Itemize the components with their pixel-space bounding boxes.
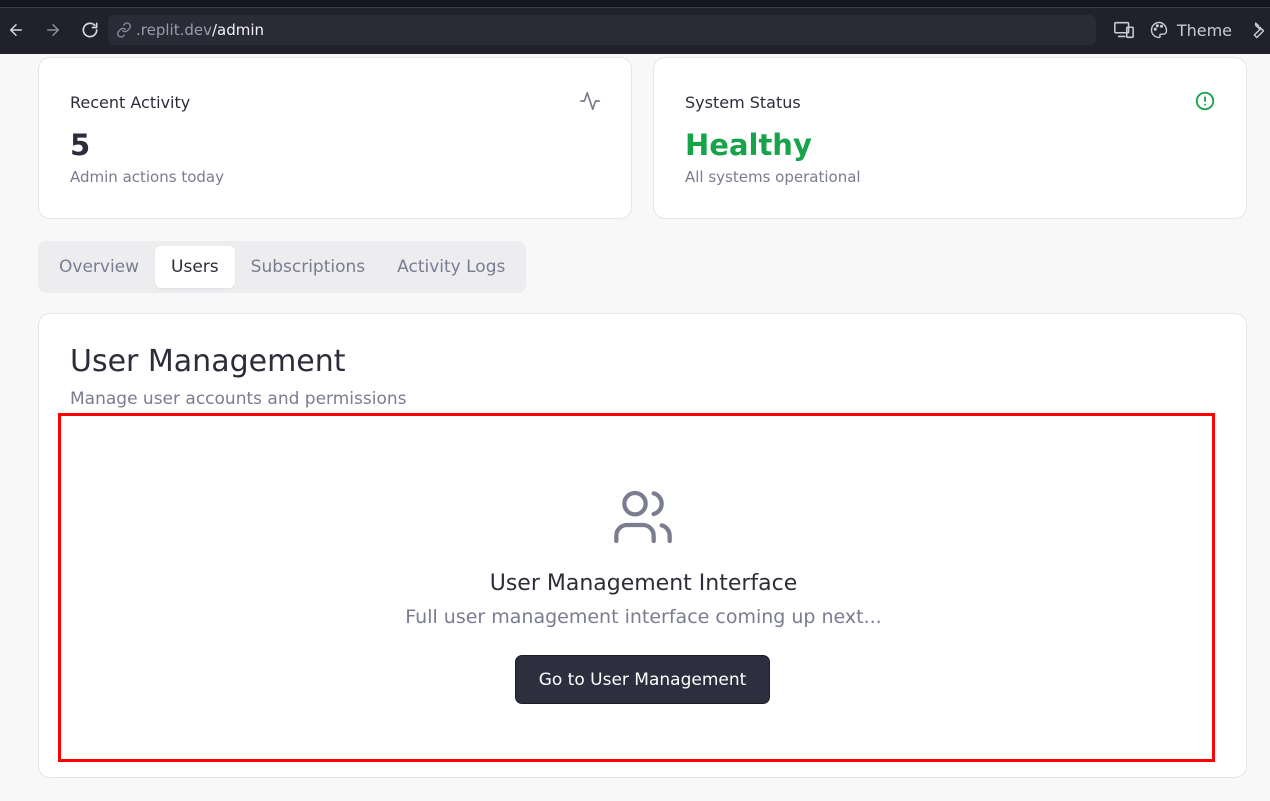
admin-tabs: Overview Users Subscriptions Activity Lo…	[38, 241, 526, 293]
empty-state-subtitle: Full user management interface coming up…	[405, 606, 882, 628]
wrench-icon	[1253, 22, 1265, 39]
tools-button[interactable]	[1246, 20, 1266, 40]
section-title: User Management	[70, 344, 346, 379]
recent-activity-card: Recent Activity 5 Admin actions today	[38, 57, 632, 219]
forward-button[interactable]	[41, 18, 65, 42]
user-management-card: User Management Manage user accounts and…	[38, 313, 1247, 778]
link-icon	[117, 22, 131, 38]
tab-activity-logs[interactable]: Activity Logs	[381, 246, 521, 288]
system-status-card: System Status Healthy All systems operat…	[653, 57, 1247, 219]
theme-label: Theme	[1176, 20, 1232, 40]
stat-value: 5	[70, 128, 91, 162]
back-button[interactable]	[4, 18, 28, 42]
tab-subscriptions[interactable]: Subscriptions	[235, 246, 381, 288]
refresh-icon	[82, 22, 98, 38]
url-domain: .replit.dev	[136, 21, 212, 39]
stat-subtitle: Admin actions today	[70, 168, 224, 186]
browser-tools: Theme	[1113, 18, 1270, 42]
arrow-left-icon	[10, 24, 22, 36]
theme-button[interactable]: Theme	[1149, 20, 1246, 40]
tab-users[interactable]: Users	[155, 246, 235, 288]
browser-toolbar: .replit.dev/admin Theme	[0, 0, 1270, 54]
activity-icon	[580, 91, 600, 111]
stat-title: System Status	[685, 93, 801, 112]
stat-title: Recent Activity	[70, 93, 191, 112]
alert-circle-icon	[1195, 91, 1215, 111]
section-subtitle: Manage user accounts and permissions	[70, 389, 407, 409]
users-icon	[614, 490, 672, 544]
stat-subtitle: All systems operational	[685, 168, 861, 186]
devices-icon	[1113, 21, 1134, 39]
palette-icon	[1150, 21, 1168, 39]
empty-state-title: User Management Interface	[489, 571, 798, 596]
reload-button[interactable]	[78, 18, 102, 42]
stat-value: Healthy	[685, 128, 812, 162]
devices-button[interactable]	[1113, 19, 1135, 41]
arrow-right-icon	[47, 24, 59, 36]
url-path: /admin	[211, 21, 265, 39]
address-bar[interactable]: .replit.dev/admin	[108, 15, 1096, 45]
browser-tab-strip	[0, 0, 1270, 8]
tab-overview[interactable]: Overview	[43, 246, 155, 288]
url-text: .replit.dev/admin	[136, 21, 264, 39]
go-to-user-management-button[interactable]: Go to User Management	[515, 655, 770, 704]
